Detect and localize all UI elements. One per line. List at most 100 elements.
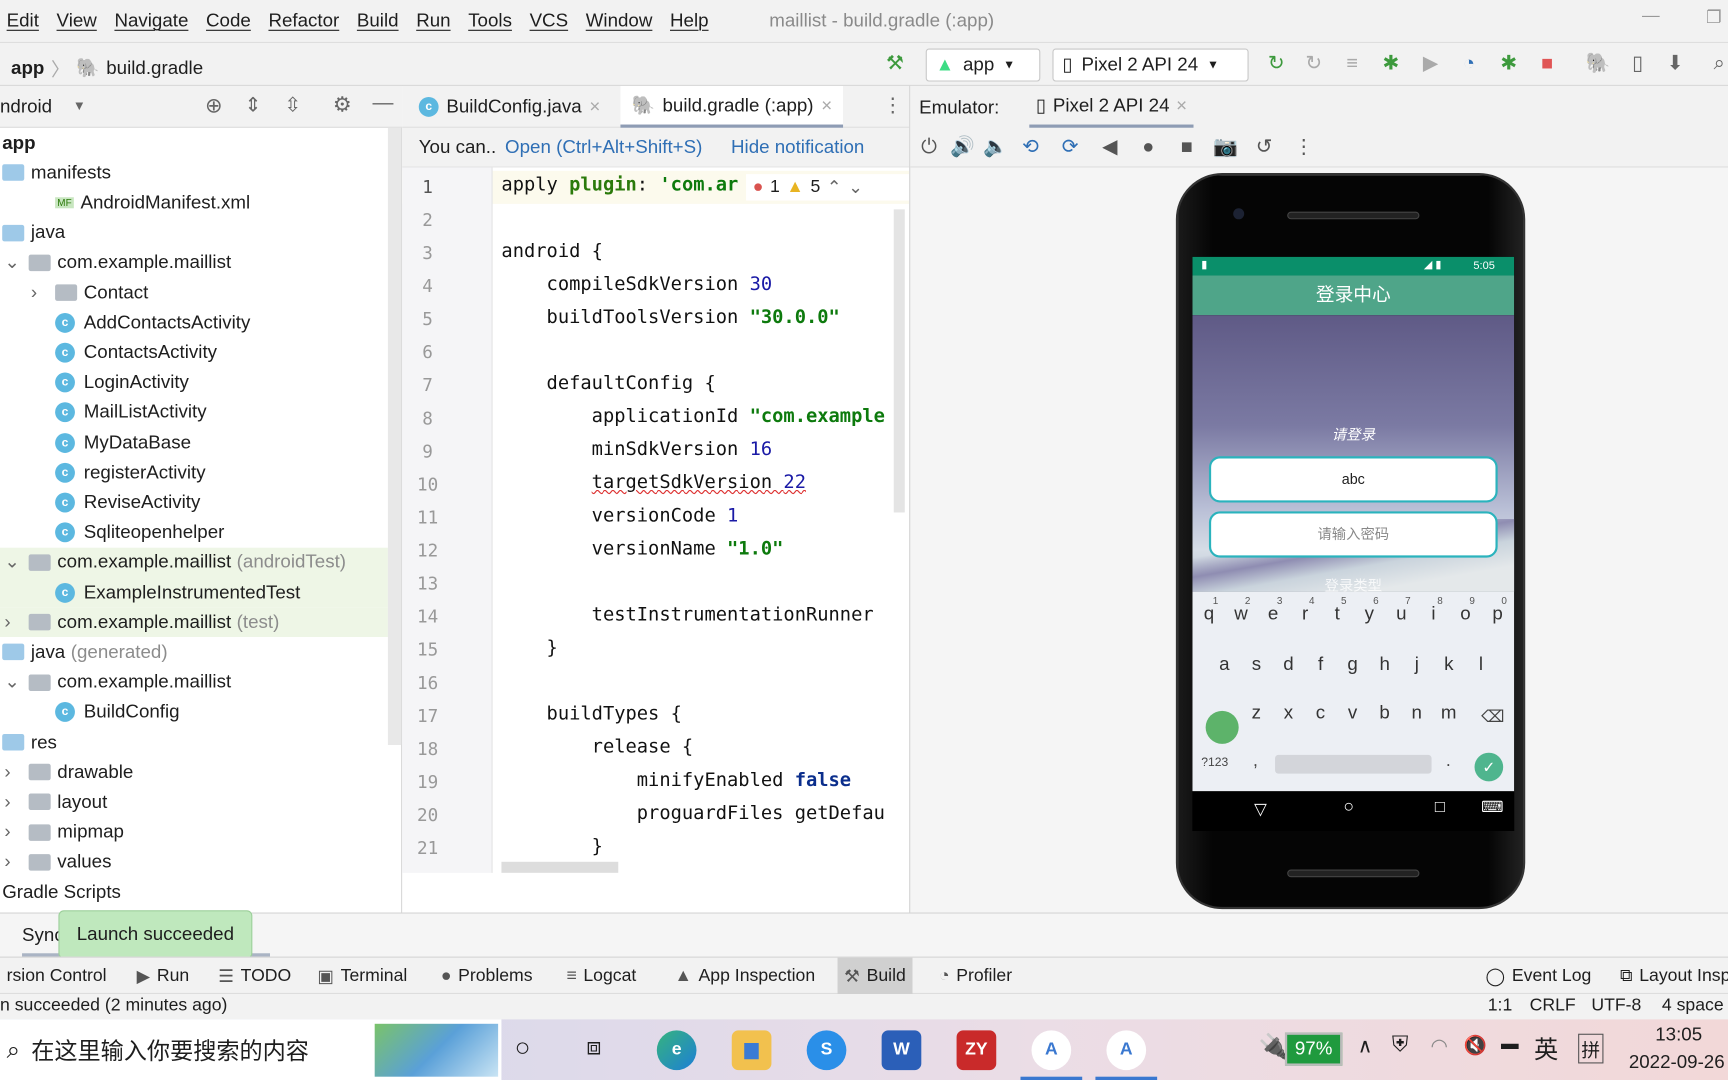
android-studio-icon[interactable]: A <box>1031 1030 1072 1071</box>
username-input[interactable]: abc <box>1208 456 1498 503</box>
tool-run[interactable]: ▶ Run <box>130 958 196 994</box>
tab-buildconfig-java[interactable]: c BuildConfig.java × <box>408 86 612 128</box>
tree-item[interactable]: › mipmap <box>0 817 388 847</box>
chevron-right-icon[interactable]: › <box>4 761 10 783</box>
edge-icon[interactable]: e <box>656 1030 697 1071</box>
sogou-icon[interactable]: S <box>806 1030 847 1071</box>
overview-icon[interactable]: ■ <box>1175 136 1199 159</box>
menu-code[interactable]: Code <box>206 10 251 32</box>
tree-item[interactable]: c ExampleInstrumentedTest <box>0 577 388 608</box>
menu-view[interactable]: View <box>57 10 97 32</box>
enter-check-key[interactable]: ✓ <box>1474 752 1504 782</box>
debug-icon[interactable]: ✱ <box>1378 52 1404 75</box>
chevron-right-icon[interactable]: › <box>31 282 37 304</box>
tool-logcat[interactable]: ≡ Logcat <box>560 958 643 994</box>
sync-gradle-icon[interactable]: 🐘 <box>1585 52 1611 75</box>
maximize-button[interactable]: ❐ <box>1706 7 1722 29</box>
tool-build[interactable]: ⚒ Build <box>837 957 913 995</box>
tree-item[interactable]: c registerActivity <box>0 458 388 488</box>
key-a[interactable]: a <box>1210 654 1239 676</box>
tree-item[interactable]: c ContactsActivity <box>0 338 388 368</box>
hide-notification-link[interactable]: Hide notification <box>731 136 864 158</box>
close-icon[interactable]: × <box>821 94 832 116</box>
space-key[interactable] <box>1275 754 1432 774</box>
file-encoding[interactable]: UTF-8 <box>1591 996 1641 1016</box>
tool-terminal[interactable]: ▣ Terminal <box>311 958 414 994</box>
snapshot-icon[interactable]: ↺ <box>1252 136 1276 159</box>
key-m[interactable]: m <box>1434 702 1463 724</box>
tree-item[interactable]: MF AndroidManifest.xml <box>0 188 388 218</box>
chevron-down-icon[interactable]: ⌄ <box>4 551 20 573</box>
line-separator[interactable]: CRLF <box>1530 996 1576 1016</box>
android-studio-icon-2[interactable]: A <box>1106 1030 1147 1071</box>
minimize-button[interactable]: — <box>1642 7 1660 27</box>
chevron-up-icon[interactable]: ⌃ <box>827 176 842 198</box>
tool-rsion-control[interactable]: rsion Control <box>0 958 113 994</box>
tool-app-inspection[interactable]: ▲ App Inspection <box>668 958 822 994</box>
gear-icon[interactable]: ⚙ <box>333 93 352 118</box>
symbols-key[interactable]: ?123 <box>1201 756 1228 769</box>
nav-recents-icon[interactable]: □ <box>1435 798 1445 817</box>
home-icon[interactable]: ● <box>1136 136 1160 159</box>
chevron-down-icon[interactable]: ⌄ <box>4 252 20 274</box>
tree-item[interactable]: › com.example.maillist (test) <box>0 607 388 638</box>
key-n[interactable]: n <box>1402 702 1431 724</box>
breadcrumb-file[interactable]: build.gradle <box>106 57 203 79</box>
shift-key[interactable] <box>1205 710 1239 744</box>
tab-build-gradle[interactable]: 🐘 build.gradle (:app) × <box>620 85 844 128</box>
backspace-key[interactable]: ⌫ <box>1481 706 1504 727</box>
word-icon[interactable]: W <box>881 1030 922 1071</box>
key-v[interactable]: v <box>1338 702 1367 724</box>
tool-problems[interactable]: ● Problems <box>434 958 539 994</box>
tree-item[interactable]: java (generated) <box>0 637 388 667</box>
keyboard-switch-icon[interactable]: ⌨ <box>1481 798 1503 817</box>
file-explorer-icon[interactable]: ▆ <box>731 1030 772 1071</box>
cortana-icon[interactable]: ○ <box>515 1033 531 1064</box>
tree-item[interactable]: ⌄ com.example.maillist (androidTest) <box>0 547 388 578</box>
battery-indicator[interactable]: 97% <box>1284 1032 1343 1066</box>
key-h[interactable]: h <box>1370 654 1399 676</box>
chevron-up-icon[interactable]: ∧ <box>1358 1035 1373 1058</box>
tree-item[interactable]: c MailListActivity <box>0 398 388 428</box>
phone-screen[interactable]: ▮ ◢ ▮ 5:05 登录中心 请登录 abc 请输入密码 登录类型 ✓ ⌫ ?12… <box>1192 256 1515 831</box>
tool-event-log[interactable]: ◯ Event Log <box>1479 958 1598 994</box>
tool-layout-inspector[interactable]: ⧉ Layout Insp <box>1613 958 1728 994</box>
volume-down-icon[interactable]: 🔈 <box>983 136 1008 159</box>
tree-item[interactable]: app <box>0 128 388 158</box>
key-x[interactable]: x <box>1274 702 1303 724</box>
tree-item[interactable]: Gradle Scripts <box>0 877 388 907</box>
tree-item[interactable]: › values <box>0 847 388 877</box>
attach-debugger-icon[interactable]: ✱ <box>1495 52 1521 75</box>
key-z[interactable]: z <box>1242 702 1271 724</box>
key-l[interactable]: l <box>1467 654 1496 676</box>
close-icon[interactable]: × <box>589 96 600 118</box>
collapse-all-icon[interactable]: ⇳ <box>284 94 301 117</box>
comma-key[interactable]: , <box>1253 752 1258 772</box>
ime-language[interactable]: 英 <box>1534 1030 1558 1065</box>
volume-muted-icon[interactable]: 🔇 <box>1464 1035 1487 1057</box>
tab-emulator-device[interactable]: ▯ Pixel 2 API 24 × <box>1029 86 1194 128</box>
chevron-down-icon[interactable]: ⌄ <box>4 671 20 693</box>
tree-item[interactable]: java <box>0 218 388 248</box>
profile-icon[interactable]: ◔ <box>1456 52 1482 75</box>
device-manager-icon[interactable]: ▯ <box>1624 52 1650 75</box>
chevron-right-icon[interactable]: › <box>4 821 10 843</box>
sdk-manager-icon[interactable]: ⬇ <box>1662 52 1688 75</box>
power-icon[interactable]: ⏻ <box>917 136 941 159</box>
locate-icon[interactable]: ⊕ <box>205 94 223 119</box>
menu-edit[interactable]: Edit <box>7 10 39 32</box>
zy-app-icon[interactable]: ZY <box>956 1030 997 1071</box>
project-view-select[interactable]: ndroid <box>0 96 52 118</box>
more-icon[interactable]: ⋮ <box>1292 136 1316 159</box>
tree-item[interactable]: c ReviseActivity <box>0 488 388 518</box>
tree-item[interactable]: ⌄ com.example.maillist <box>0 667 388 697</box>
clock-time[interactable]: 13:05 <box>1655 1024 1702 1046</box>
menu-refactor[interactable]: Refactor <box>268 10 339 32</box>
stop-icon[interactable]: ■ <box>1534 52 1560 75</box>
tree-item[interactable]: c Sqliteopenhelper <box>0 518 388 548</box>
key-j[interactable]: j <box>1402 654 1431 676</box>
key-d[interactable]: d <box>1274 654 1303 676</box>
period-key[interactable]: . <box>1446 752 1451 772</box>
menu-build[interactable]: Build <box>357 10 399 32</box>
hide-icon[interactable]: — <box>372 91 393 115</box>
